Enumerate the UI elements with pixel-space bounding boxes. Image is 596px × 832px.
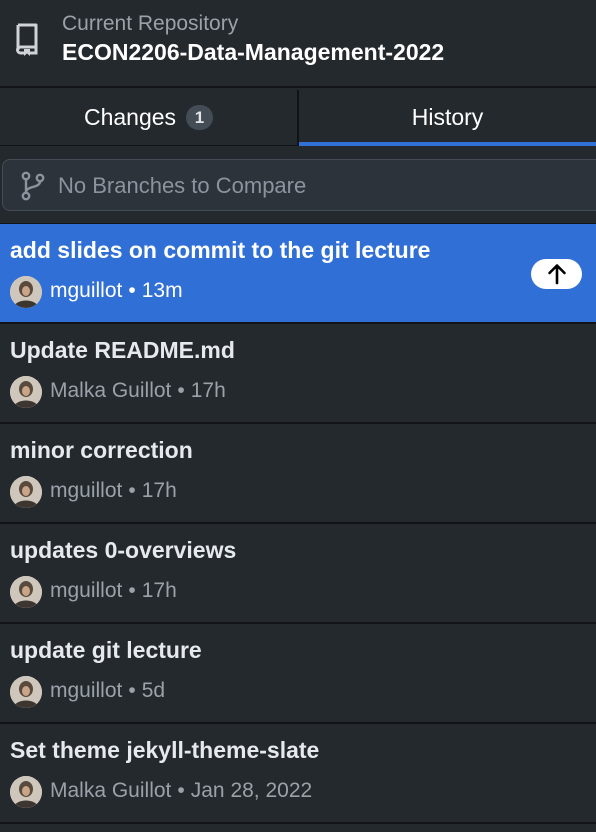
commit-author: Malka Guillot: [50, 379, 172, 402]
commit-time: 13m: [141, 279, 183, 302]
commit-item[interactable]: add slides on commit to the git lecture …: [0, 224, 596, 324]
tab-bar: Changes 1 History: [0, 90, 596, 146]
commit-title: add slides on commit to the git lecture: [10, 237, 431, 263]
commit-time: 5d: [141, 679, 166, 702]
commit-author: mguillot: [50, 479, 123, 502]
tab-changes-label: Changes: [83, 104, 177, 130]
commit-meta: mguillot • 5d: [50, 677, 165, 705]
tab-changes[interactable]: Changes 1: [0, 90, 297, 145]
avatar: [10, 776, 42, 808]
meta-separator: •: [177, 379, 185, 402]
repository-caption: Current Repository: [62, 12, 239, 35]
tab-history-label: History: [411, 104, 484, 130]
git-branch-icon: [21, 171, 45, 201]
commit-item[interactable]: update git lecture mguillot • 5d: [0, 624, 596, 724]
avatar: [10, 276, 42, 308]
commit-list: add slides on commit to the git lecture …: [0, 224, 596, 824]
commit-meta: Malka Guillot • Jan 28, 2022: [50, 777, 312, 805]
commit-author: mguillot: [50, 279, 123, 302]
commit-meta: mguillot • 17h: [50, 477, 177, 505]
compare-bar: No Branches to Compare: [0, 147, 596, 224]
repository-selector[interactable]: Current Repository ECON2206-Data-Managem…: [0, 0, 596, 88]
history-panel: Current Repository ECON2206-Data-Managem…: [0, 0, 596, 832]
commit-time: 17h: [141, 579, 177, 602]
arrow-up-icon: [547, 264, 566, 285]
commit-author: mguillot: [50, 679, 123, 702]
meta-separator: •: [128, 279, 136, 302]
commit-item[interactable]: Update README.md Malka Guillot • 17h: [0, 324, 596, 424]
meta-separator: •: [128, 479, 136, 502]
commit-item[interactable]: minor correction mguillot • 17h: [0, 424, 596, 524]
commit-meta: mguillot • 17h: [50, 577, 177, 605]
commit-time: Jan 28, 2022: [190, 779, 313, 802]
commit-meta: Malka Guillot • 17h: [50, 377, 226, 405]
repo-icon: [16, 23, 38, 56]
avatar: [10, 376, 42, 408]
commit-time: 17h: [190, 379, 226, 402]
unpushed-commit-badge: [531, 259, 582, 289]
commit-time: 17h: [141, 479, 177, 502]
commit-item[interactable]: updates 0-overviews mguillot • 17h: [0, 524, 596, 624]
avatar: [10, 676, 42, 708]
commit-title: Update README.md: [10, 337, 235, 363]
tab-history[interactable]: History: [297, 90, 596, 146]
commit-item[interactable]: Set theme jekyll-theme-slate Malka Guill…: [0, 724, 596, 824]
commit-title: updates 0-overviews: [10, 537, 237, 563]
changes-count-badge: 1: [186, 105, 214, 130]
branch-compare-button[interactable]: No Branches to Compare: [2, 159, 596, 211]
commit-author: mguillot: [50, 579, 123, 602]
meta-separator: •: [128, 679, 136, 702]
commit-title: update git lecture: [10, 637, 202, 663]
repository-name: ECON2206-Data-Management-2022: [62, 39, 445, 65]
commit-title: minor correction: [10, 437, 193, 463]
commit-title: Set theme jekyll-theme-slate: [10, 737, 320, 763]
commit-meta: mguillot • 13m: [50, 277, 183, 305]
avatar: [10, 576, 42, 608]
avatar: [10, 476, 42, 508]
meta-separator: •: [128, 579, 136, 602]
meta-separator: •: [177, 779, 185, 802]
commit-author: Malka Guillot: [50, 779, 172, 802]
compare-label: No Branches to Compare: [58, 173, 307, 198]
